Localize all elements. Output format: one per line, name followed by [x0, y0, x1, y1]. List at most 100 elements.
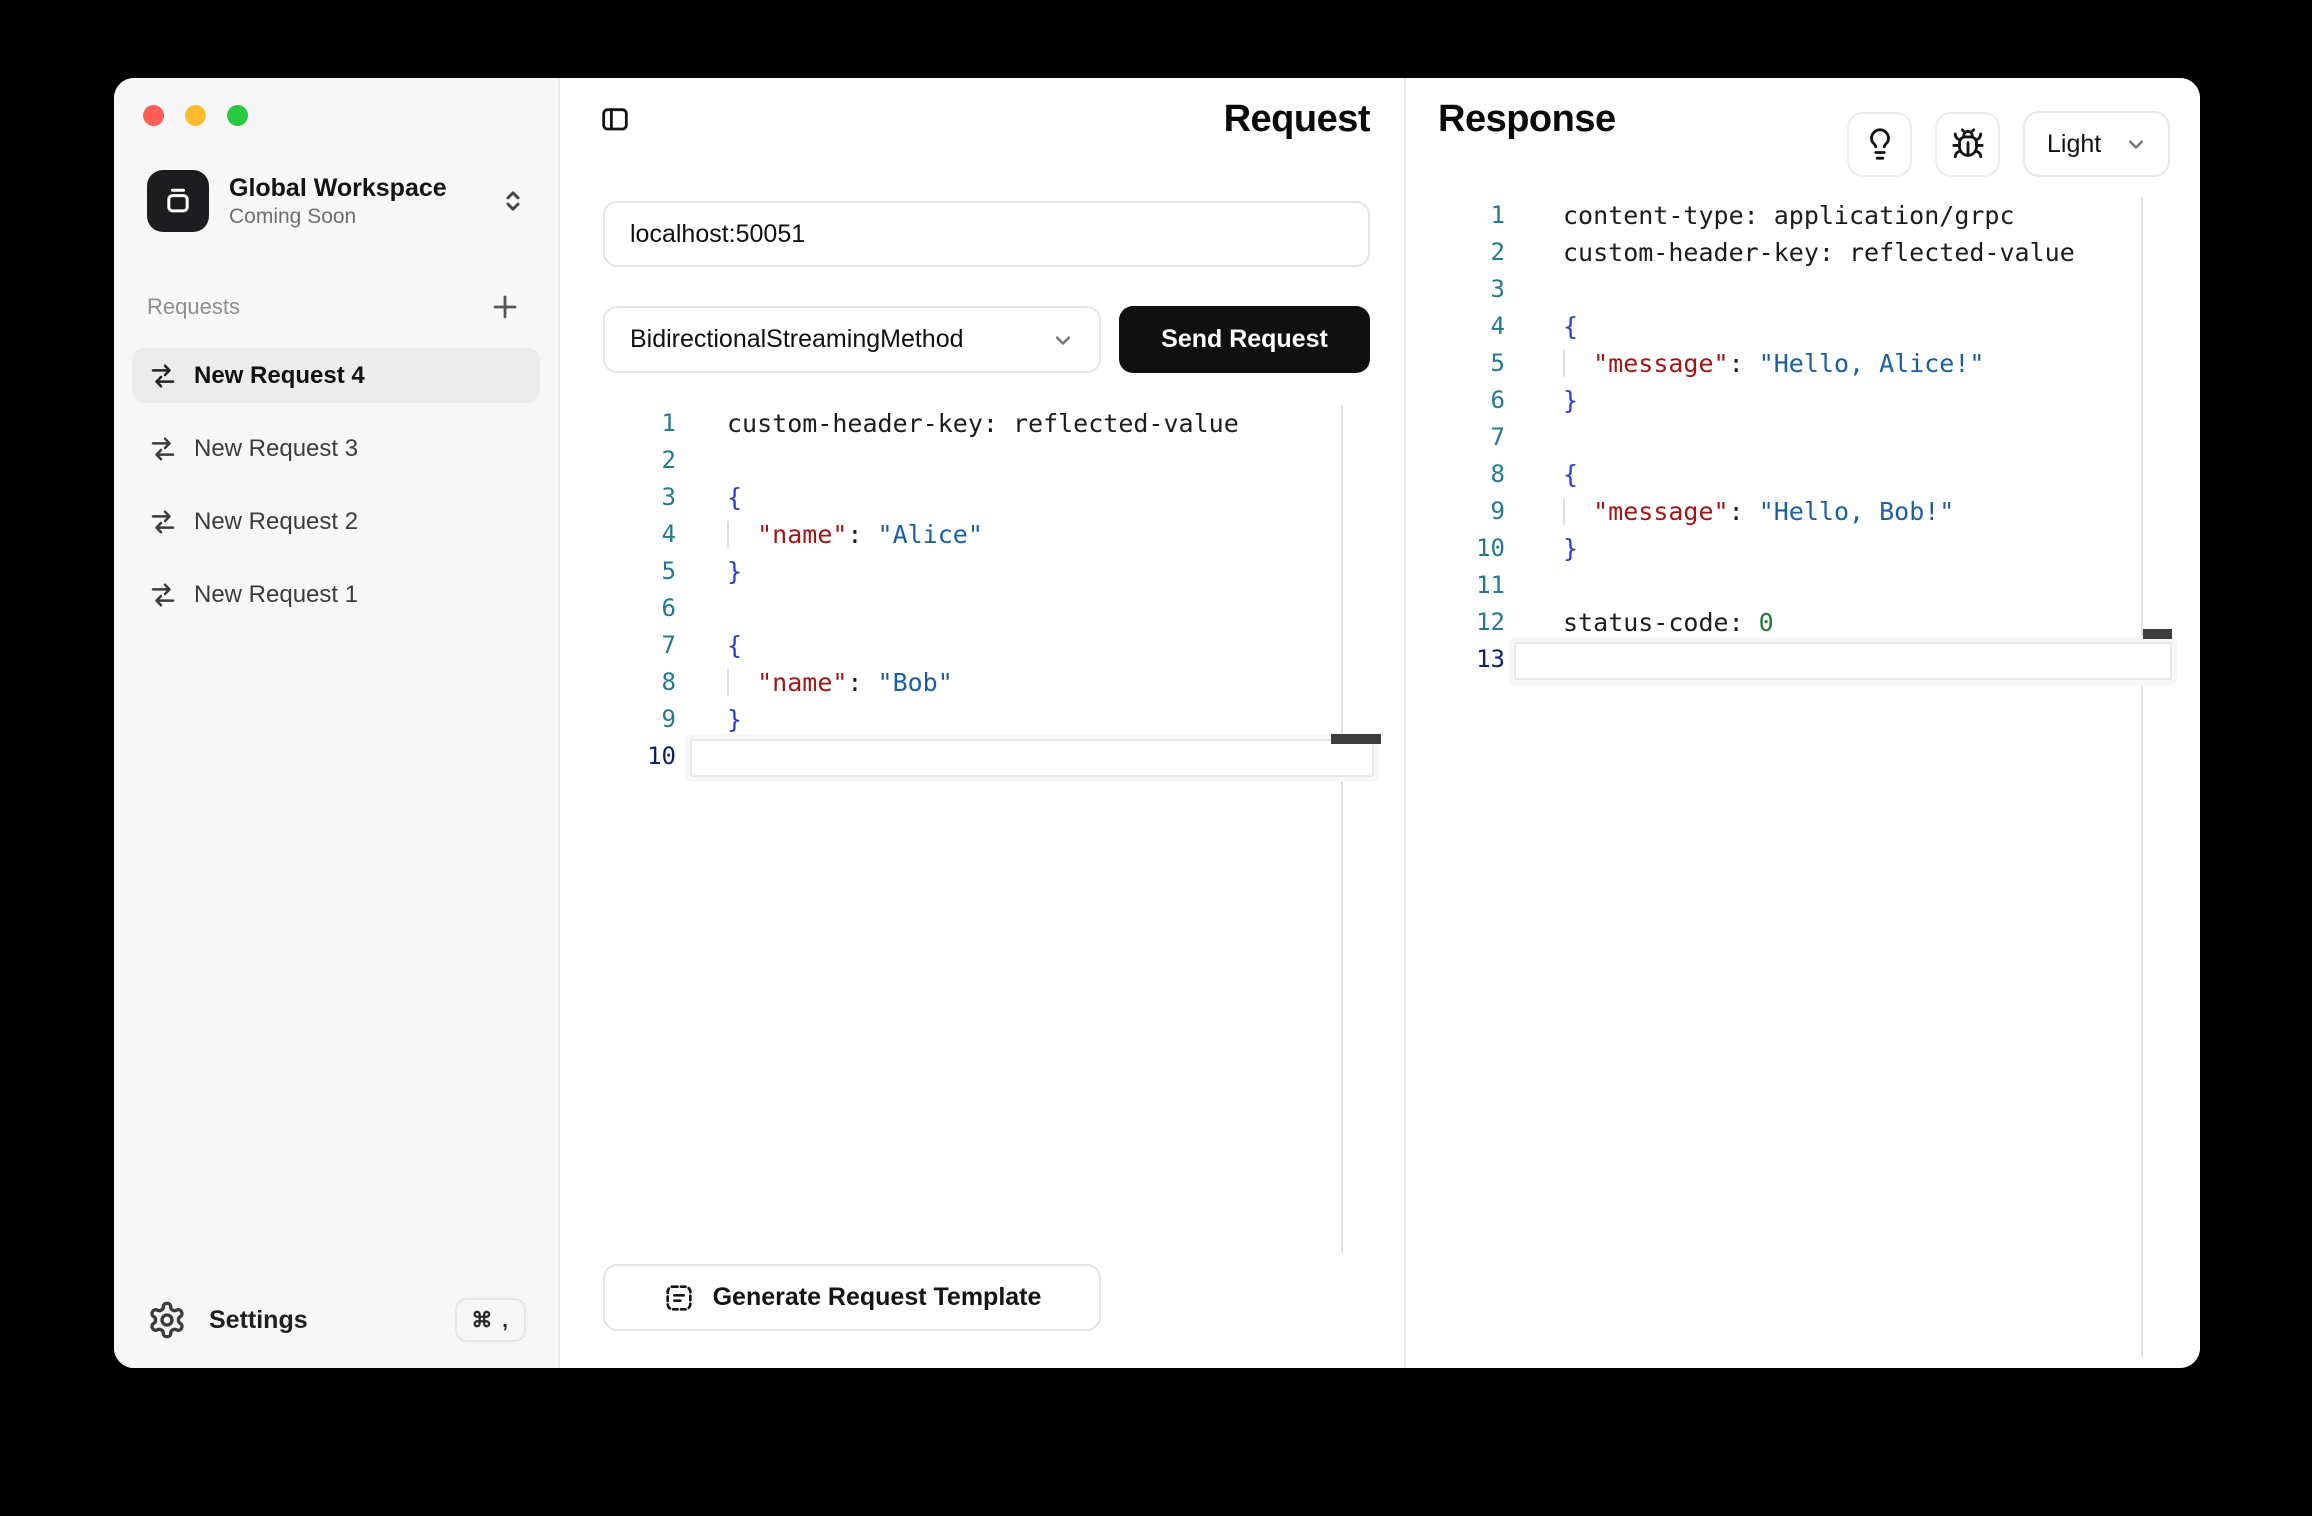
line-number: 13	[1406, 641, 1505, 678]
code-text: {	[1563, 456, 1578, 493]
theme-select-value: Light	[2047, 130, 2101, 159]
settings-shortcut-badge: ⌘ ,	[455, 1298, 526, 1342]
zoom-window-button[interactable]	[227, 105, 248, 126]
code-text: custom-header-key: reflected-value	[1563, 234, 2075, 271]
line-number: 2	[1406, 234, 1505, 271]
chevron-down-icon	[2122, 130, 2150, 158]
line-number: 12	[1406, 604, 1505, 641]
code-line: 3{	[603, 479, 1370, 516]
sidebar-toggle-icon[interactable]	[598, 102, 632, 136]
workspace-selector[interactable]: Global Workspace Coming Soon	[147, 170, 528, 232]
code-text: {	[727, 479, 742, 516]
code-line: 6	[603, 590, 1370, 627]
code-line: 7{	[603, 627, 1370, 664]
code-line: 1 content-type: application/grpc	[1406, 197, 2200, 234]
bidirectional-arrows-icon	[148, 507, 178, 537]
add-request-button[interactable]	[488, 290, 522, 324]
line-number: 6	[1406, 382, 1505, 419]
debug-button[interactable]	[1935, 112, 2000, 177]
hint-button[interactable]	[1847, 112, 1912, 177]
line-number: 7	[1406, 419, 1505, 456]
code-line: 1custom-header-key: reflected-value	[603, 405, 1370, 442]
line-number: 5	[1406, 345, 1505, 382]
code-line: 2	[603, 442, 1370, 479]
sidebar: Global Workspace Coming Soon Requests	[114, 78, 560, 1368]
response-panel-title: Response	[1438, 98, 1616, 141]
method-select[interactable]: BidirectionalStreamingMethod	[603, 306, 1101, 373]
lightbulb-icon	[1863, 127, 1897, 161]
bidirectional-arrows-icon	[148, 361, 178, 391]
code-line: 10}	[1406, 530, 2200, 567]
template-icon	[663, 1282, 695, 1314]
line-number: 5	[603, 553, 676, 590]
code-text: "name": "Bob"	[727, 664, 953, 701]
line-number: 2	[603, 442, 676, 479]
server-url-value: localhost:50051	[630, 220, 805, 249]
request-item-label: New Request 4	[194, 362, 365, 390]
line-number: 9	[603, 701, 676, 738]
bidirectional-arrows-icon	[148, 434, 178, 464]
server-url-input[interactable]: localhost:50051	[603, 201, 1370, 267]
workspace-subtitle: Coming Soon	[229, 204, 447, 230]
code-line: 9 "message": "Hello, Bob!"	[1406, 493, 2200, 530]
code-line: 8{	[1406, 456, 2200, 493]
request-list-item[interactable]: New Request 3	[132, 421, 540, 476]
code-line: 13	[1406, 641, 2200, 678]
line-number: 3	[1406, 271, 1505, 308]
close-window-button[interactable]	[143, 105, 164, 126]
code-line: 6}	[1406, 382, 2200, 419]
code-text: {	[727, 627, 742, 664]
line-number: 10	[603, 738, 676, 775]
line-number: 3	[603, 479, 676, 516]
request-item-label: New Request 2	[194, 508, 358, 536]
settings-button[interactable]: Settings ⌘ ,	[147, 1292, 526, 1348]
code-line: 10	[603, 738, 1370, 775]
bug-icon	[1951, 127, 1985, 161]
minimize-window-button[interactable]	[185, 105, 206, 126]
code-line: 8 "name": "Bob"	[603, 664, 1370, 701]
code-line: 3	[1406, 271, 2200, 308]
request-panel: Request localhost:50051 BidirectionalStr…	[560, 78, 1404, 1368]
request-list: New Request 4 New Request 3	[132, 348, 540, 640]
request-item-label: New Request 3	[194, 435, 358, 463]
code-text: content-type: application/grpc	[1563, 197, 2015, 234]
settings-label: Settings	[209, 1306, 308, 1335]
line-number: 1	[1406, 197, 1505, 234]
line-number: 4	[1406, 308, 1505, 345]
code-text: status-code: 0	[1563, 604, 1774, 641]
request-list-item[interactable]: New Request 4	[132, 348, 540, 403]
line-number: 10	[1406, 530, 1505, 567]
bidirectional-arrows-icon	[148, 580, 178, 610]
send-request-button[interactable]: Send Request	[1119, 306, 1370, 373]
code-line: 2 custom-header-key: reflected-value	[1406, 234, 2200, 271]
code-text: }	[727, 553, 742, 590]
chevron-down-icon	[1049, 326, 1077, 354]
request-body-editor[interactable]: 1custom-header-key: reflected-value23{4 …	[603, 405, 1370, 1253]
code-text: }	[727, 701, 742, 738]
code-text: {	[1563, 308, 1578, 345]
line-number: 8	[603, 664, 676, 701]
window-controls	[143, 105, 248, 126]
app-window: Global Workspace Coming Soon Requests	[114, 78, 2200, 1368]
line-number: 11	[1406, 567, 1505, 604]
code-text: "name": "Alice"	[727, 516, 983, 553]
response-body-editor[interactable]: 1 content-type: application/grpc 2 custom-h…	[1406, 197, 2200, 1357]
theme-select[interactable]: Light	[2023, 111, 2170, 177]
code-line: 9}	[603, 701, 1370, 738]
chevron-up-down-icon	[498, 184, 528, 218]
desktop-background: Global Workspace Coming Soon Requests	[0, 0, 2312, 1516]
code-line: 12 status-code: 0	[1406, 604, 2200, 641]
requests-section-label: Requests	[147, 294, 240, 320]
line-number: 1	[603, 405, 676, 442]
workspace-name: Global Workspace	[229, 173, 447, 204]
code-line: 4 "name": "Alice"	[603, 516, 1370, 553]
line-number: 4	[603, 516, 676, 553]
code-text: "message": "Hello, Bob!"	[1563, 493, 1954, 530]
gear-icon	[147, 1300, 187, 1340]
request-list-item[interactable]: New Request 1	[132, 567, 540, 622]
generate-request-template-button[interactable]: Generate Request Template	[603, 1264, 1101, 1331]
workspace-icon	[147, 170, 209, 232]
request-list-item[interactable]: New Request 2	[132, 494, 540, 549]
response-panel: Response	[1406, 78, 2200, 1368]
line-number: 9	[1406, 493, 1505, 530]
